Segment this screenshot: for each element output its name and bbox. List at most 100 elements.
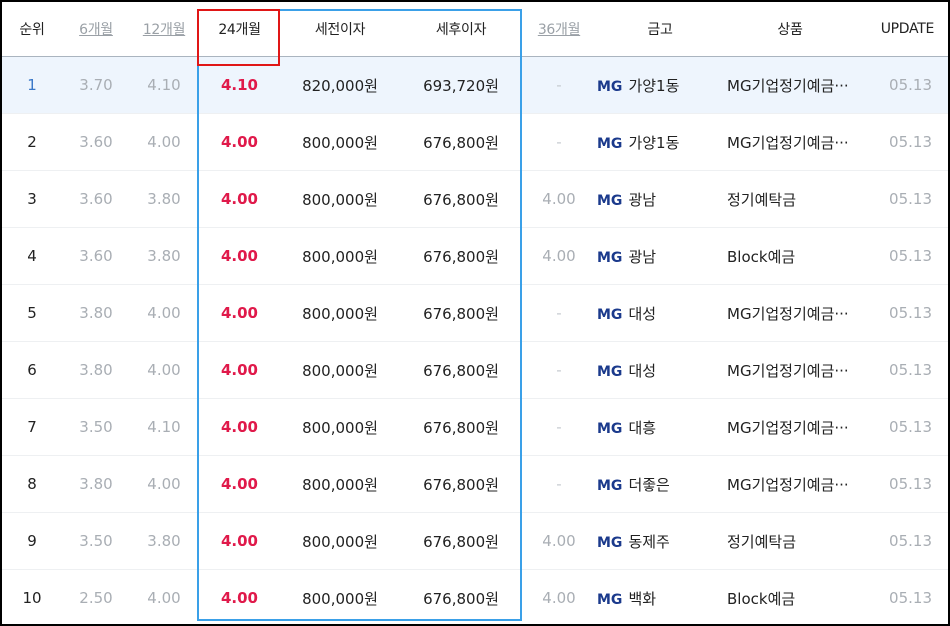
rate-36month-cell: 4.00 (523, 512, 595, 570)
table-row[interactable]: 1 3.70 4.10 4.10 820,000원 693,720원 - MG 가… (2, 56, 948, 114)
rate-36month-cell: - (523, 455, 595, 513)
product-cell[interactable]: MG기업정기예금··· (725, 56, 855, 114)
header-update: UPDATE (855, 2, 948, 57)
header-6month-sort[interactable]: 6개월 (62, 2, 130, 57)
mg-logo-icon: MG (597, 363, 623, 380)
pretax-interest-cell: 800,000원 (281, 227, 399, 285)
header-pretax-interest: 세전이자 (281, 2, 399, 57)
bank-name: 동제주 (628, 532, 670, 551)
rate-12month-cell: 4.10 (130, 398, 198, 456)
aftertax-interest-cell: 676,800원 (399, 341, 523, 399)
product-cell[interactable]: 정기예탁금 (725, 512, 855, 570)
product-cell[interactable]: MG기업정기예금··· (725, 455, 855, 513)
pretax-interest-cell: 800,000원 (281, 398, 399, 456)
rate-24month-cell: 4.00 (198, 170, 281, 228)
mg-logo-icon: MG (597, 78, 623, 95)
update-date-cell: 05.13 (855, 569, 948, 624)
rate-12month-cell: 4.00 (130, 113, 198, 171)
mg-logo-icon: MG (597, 249, 623, 266)
rank-cell: 10 (2, 569, 62, 624)
bank-cell[interactable]: MG 대성 (595, 284, 725, 342)
deposit-rate-table: 순위 6개월 12개월 24개월 세전이자 세후이자 36개월 금고 상품 UP… (2, 2, 948, 624)
table-row[interactable]: 9 3.50 3.80 4.00 800,000원 676,800원 4.00 … (2, 512, 948, 570)
rate-24month-cell: 4.00 (198, 398, 281, 456)
product-cell[interactable]: MG기업정기예금··· (725, 284, 855, 342)
update-date-cell: 05.13 (855, 512, 948, 570)
table-row[interactable]: 5 3.80 4.00 4.00 800,000원 676,800원 - MG 대… (2, 284, 948, 342)
bank-cell[interactable]: MG 대흥 (595, 398, 725, 456)
rate-6month-cell: 3.80 (62, 284, 130, 342)
bank-cell[interactable]: MG 백화 (595, 569, 725, 624)
rate-24month-cell: 4.10 (198, 56, 281, 114)
rank-cell: 8 (2, 455, 62, 513)
rank-cell: 3 (2, 170, 62, 228)
pretax-interest-cell: 800,000원 (281, 455, 399, 513)
table-row[interactable]: 10 2.50 4.00 4.00 800,000원 676,800원 4.00… (2, 569, 948, 624)
update-date-cell: 05.13 (855, 455, 948, 513)
mg-logo-icon: MG (597, 591, 623, 608)
bank-cell[interactable]: MG 가양1동 (595, 56, 725, 114)
rate-12month-cell: 3.80 (130, 170, 198, 228)
bank-cell[interactable]: MG 광남 (595, 170, 725, 228)
aftertax-interest-cell: 676,800원 (399, 284, 523, 342)
rank-cell: 9 (2, 512, 62, 570)
bank-cell[interactable]: MG 더좋은 (595, 455, 725, 513)
table-row[interactable]: 8 3.80 4.00 4.00 800,000원 676,800원 - MG 더… (2, 455, 948, 513)
product-cell[interactable]: 정기예탁금 (725, 170, 855, 228)
rate-12month-cell: 4.10 (130, 56, 198, 114)
product-cell[interactable]: Block예금 (725, 569, 855, 624)
table-row[interactable]: 3 3.60 3.80 4.00 800,000원 676,800원 4.00 … (2, 170, 948, 228)
mg-logo-icon: MG (597, 420, 623, 437)
rate-24month-cell: 4.00 (198, 512, 281, 570)
rate-36month-cell: - (523, 56, 595, 114)
rate-12month-cell: 4.00 (130, 341, 198, 399)
update-date-cell: 05.13 (855, 227, 948, 285)
rate-table-panel: 순위 6개월 12개월 24개월 세전이자 세후이자 36개월 금고 상품 UP… (0, 0, 950, 626)
header-24month-sort[interactable]: 24개월 (198, 2, 281, 57)
rate-6month-cell: 3.80 (62, 455, 130, 513)
rate-12month-cell: 4.00 (130, 569, 198, 624)
rate-6month-cell: 3.70 (62, 56, 130, 114)
table-row[interactable]: 6 3.80 4.00 4.00 800,000원 676,800원 - MG 대… (2, 341, 948, 399)
product-cell[interactable]: MG기업정기예금··· (725, 398, 855, 456)
bank-cell[interactable]: MG 동제주 (595, 512, 725, 570)
rank-cell: 1 (2, 56, 62, 114)
header-rank: 순위 (2, 2, 62, 57)
aftertax-interest-cell: 676,800원 (399, 569, 523, 624)
header-36month-sort[interactable]: 36개월 (523, 2, 595, 57)
product-cell[interactable]: MG기업정기예금··· (725, 341, 855, 399)
update-date-cell: 05.13 (855, 398, 948, 456)
rank-cell: 2 (2, 113, 62, 171)
rate-24month-cell: 4.00 (198, 455, 281, 513)
product-cell[interactable]: MG기업정기예금··· (725, 113, 855, 171)
aftertax-interest-cell: 676,800원 (399, 113, 523, 171)
rate-6month-cell: 3.50 (62, 398, 130, 456)
bank-name: 대성 (628, 361, 657, 380)
bank-name: 더좋은 (628, 475, 670, 494)
table-row[interactable]: 2 3.60 4.00 4.00 800,000원 676,800원 - MG 가… (2, 113, 948, 171)
rank-cell: 7 (2, 398, 62, 456)
update-date-cell: 05.13 (855, 170, 948, 228)
bank-cell[interactable]: MG 대성 (595, 341, 725, 399)
bank-name: 대성 (628, 304, 657, 323)
bank-cell[interactable]: MG 광남 (595, 227, 725, 285)
bank-name: 가양1동 (628, 133, 680, 152)
bank-cell[interactable]: MG 가양1동 (595, 113, 725, 171)
rank-cell: 6 (2, 341, 62, 399)
aftertax-interest-cell: 676,800원 (399, 170, 523, 228)
rate-6month-cell: 2.50 (62, 569, 130, 624)
aftertax-interest-cell: 693,720원 (399, 56, 523, 114)
header-12month-sort[interactable]: 12개월 (130, 2, 198, 57)
rate-36month-cell: - (523, 113, 595, 171)
mg-logo-icon: MG (597, 477, 623, 494)
rate-36month-cell: - (523, 398, 595, 456)
table-row[interactable]: 7 3.50 4.10 4.00 800,000원 676,800원 - MG 대… (2, 398, 948, 456)
table-row[interactable]: 4 3.60 3.80 4.00 800,000원 676,800원 4.00 … (2, 227, 948, 285)
bank-name: 광남 (628, 247, 657, 266)
rank-cell: 4 (2, 227, 62, 285)
pretax-interest-cell: 820,000원 (281, 56, 399, 114)
bank-name: 대흥 (628, 418, 657, 437)
product-cell[interactable]: Block예금 (725, 227, 855, 285)
aftertax-interest-cell: 676,800원 (399, 512, 523, 570)
pretax-interest-cell: 800,000원 (281, 170, 399, 228)
